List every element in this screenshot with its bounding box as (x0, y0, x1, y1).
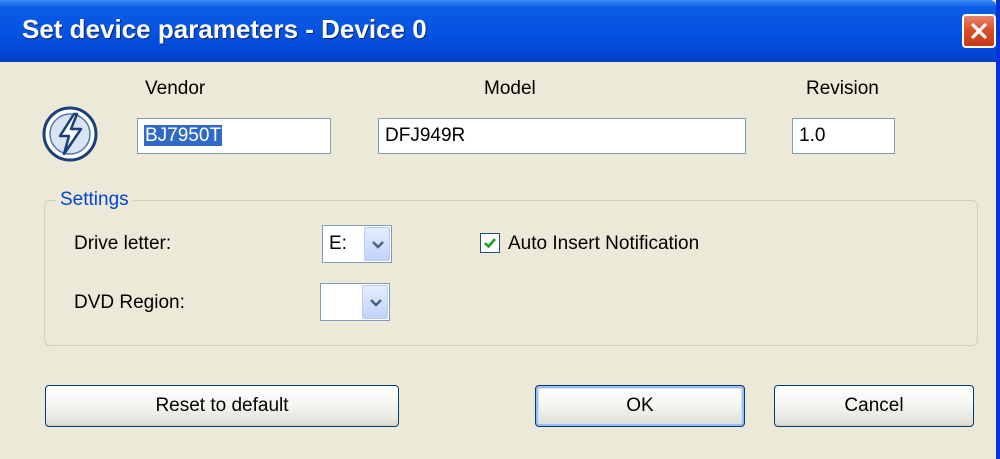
revision-value: 1.0 (799, 125, 826, 146)
dvd-region-label: DVD Region: (74, 292, 185, 313)
auto-insert-checkbox[interactable] (480, 233, 500, 253)
drive-letter-value: E: (329, 233, 347, 254)
close-button[interactable] (962, 14, 996, 48)
reset-to-default-button[interactable]: Reset to default (45, 385, 399, 427)
window-title: Set device parameters - Device 0 (22, 14, 427, 44)
dialog-window: Set device parameters - Device 0 Vendor … (0, 0, 1000, 459)
cancel-button[interactable]: Cancel (774, 385, 974, 427)
dvd-region-select[interactable] (320, 283, 390, 321)
checkmark-icon (484, 238, 496, 249)
model-field[interactable]: DFJ949R (378, 118, 746, 154)
lightning-disc-icon (42, 106, 98, 162)
vendor-value: BJ7950T (144, 125, 223, 146)
auto-insert-label[interactable]: Auto Insert Notification (508, 233, 699, 255)
vendor-field[interactable]: BJ7950T (137, 118, 331, 154)
settings-group (44, 200, 978, 346)
title-bar[interactable]: Set device parameters - Device 0 (0, 0, 996, 62)
revision-field[interactable]: 1.0 (792, 118, 895, 154)
settings-group-label: Settings (56, 189, 133, 211)
ok-button[interactable]: OK (535, 385, 745, 427)
chevron-down-icon (370, 299, 382, 307)
model-value: DFJ949R (385, 125, 466, 146)
dvd-region-dropdown-button[interactable] (362, 285, 388, 319)
drive-letter-dropdown-button[interactable] (364, 227, 390, 261)
chevron-down-icon (372, 241, 384, 249)
revision-label: Revision (806, 78, 879, 99)
model-label: Model (484, 78, 536, 99)
close-icon (971, 23, 987, 39)
drive-letter-select[interactable]: E: (322, 225, 392, 263)
drive-letter-label: Drive letter: (74, 233, 172, 254)
vendor-label: Vendor (145, 78, 206, 99)
